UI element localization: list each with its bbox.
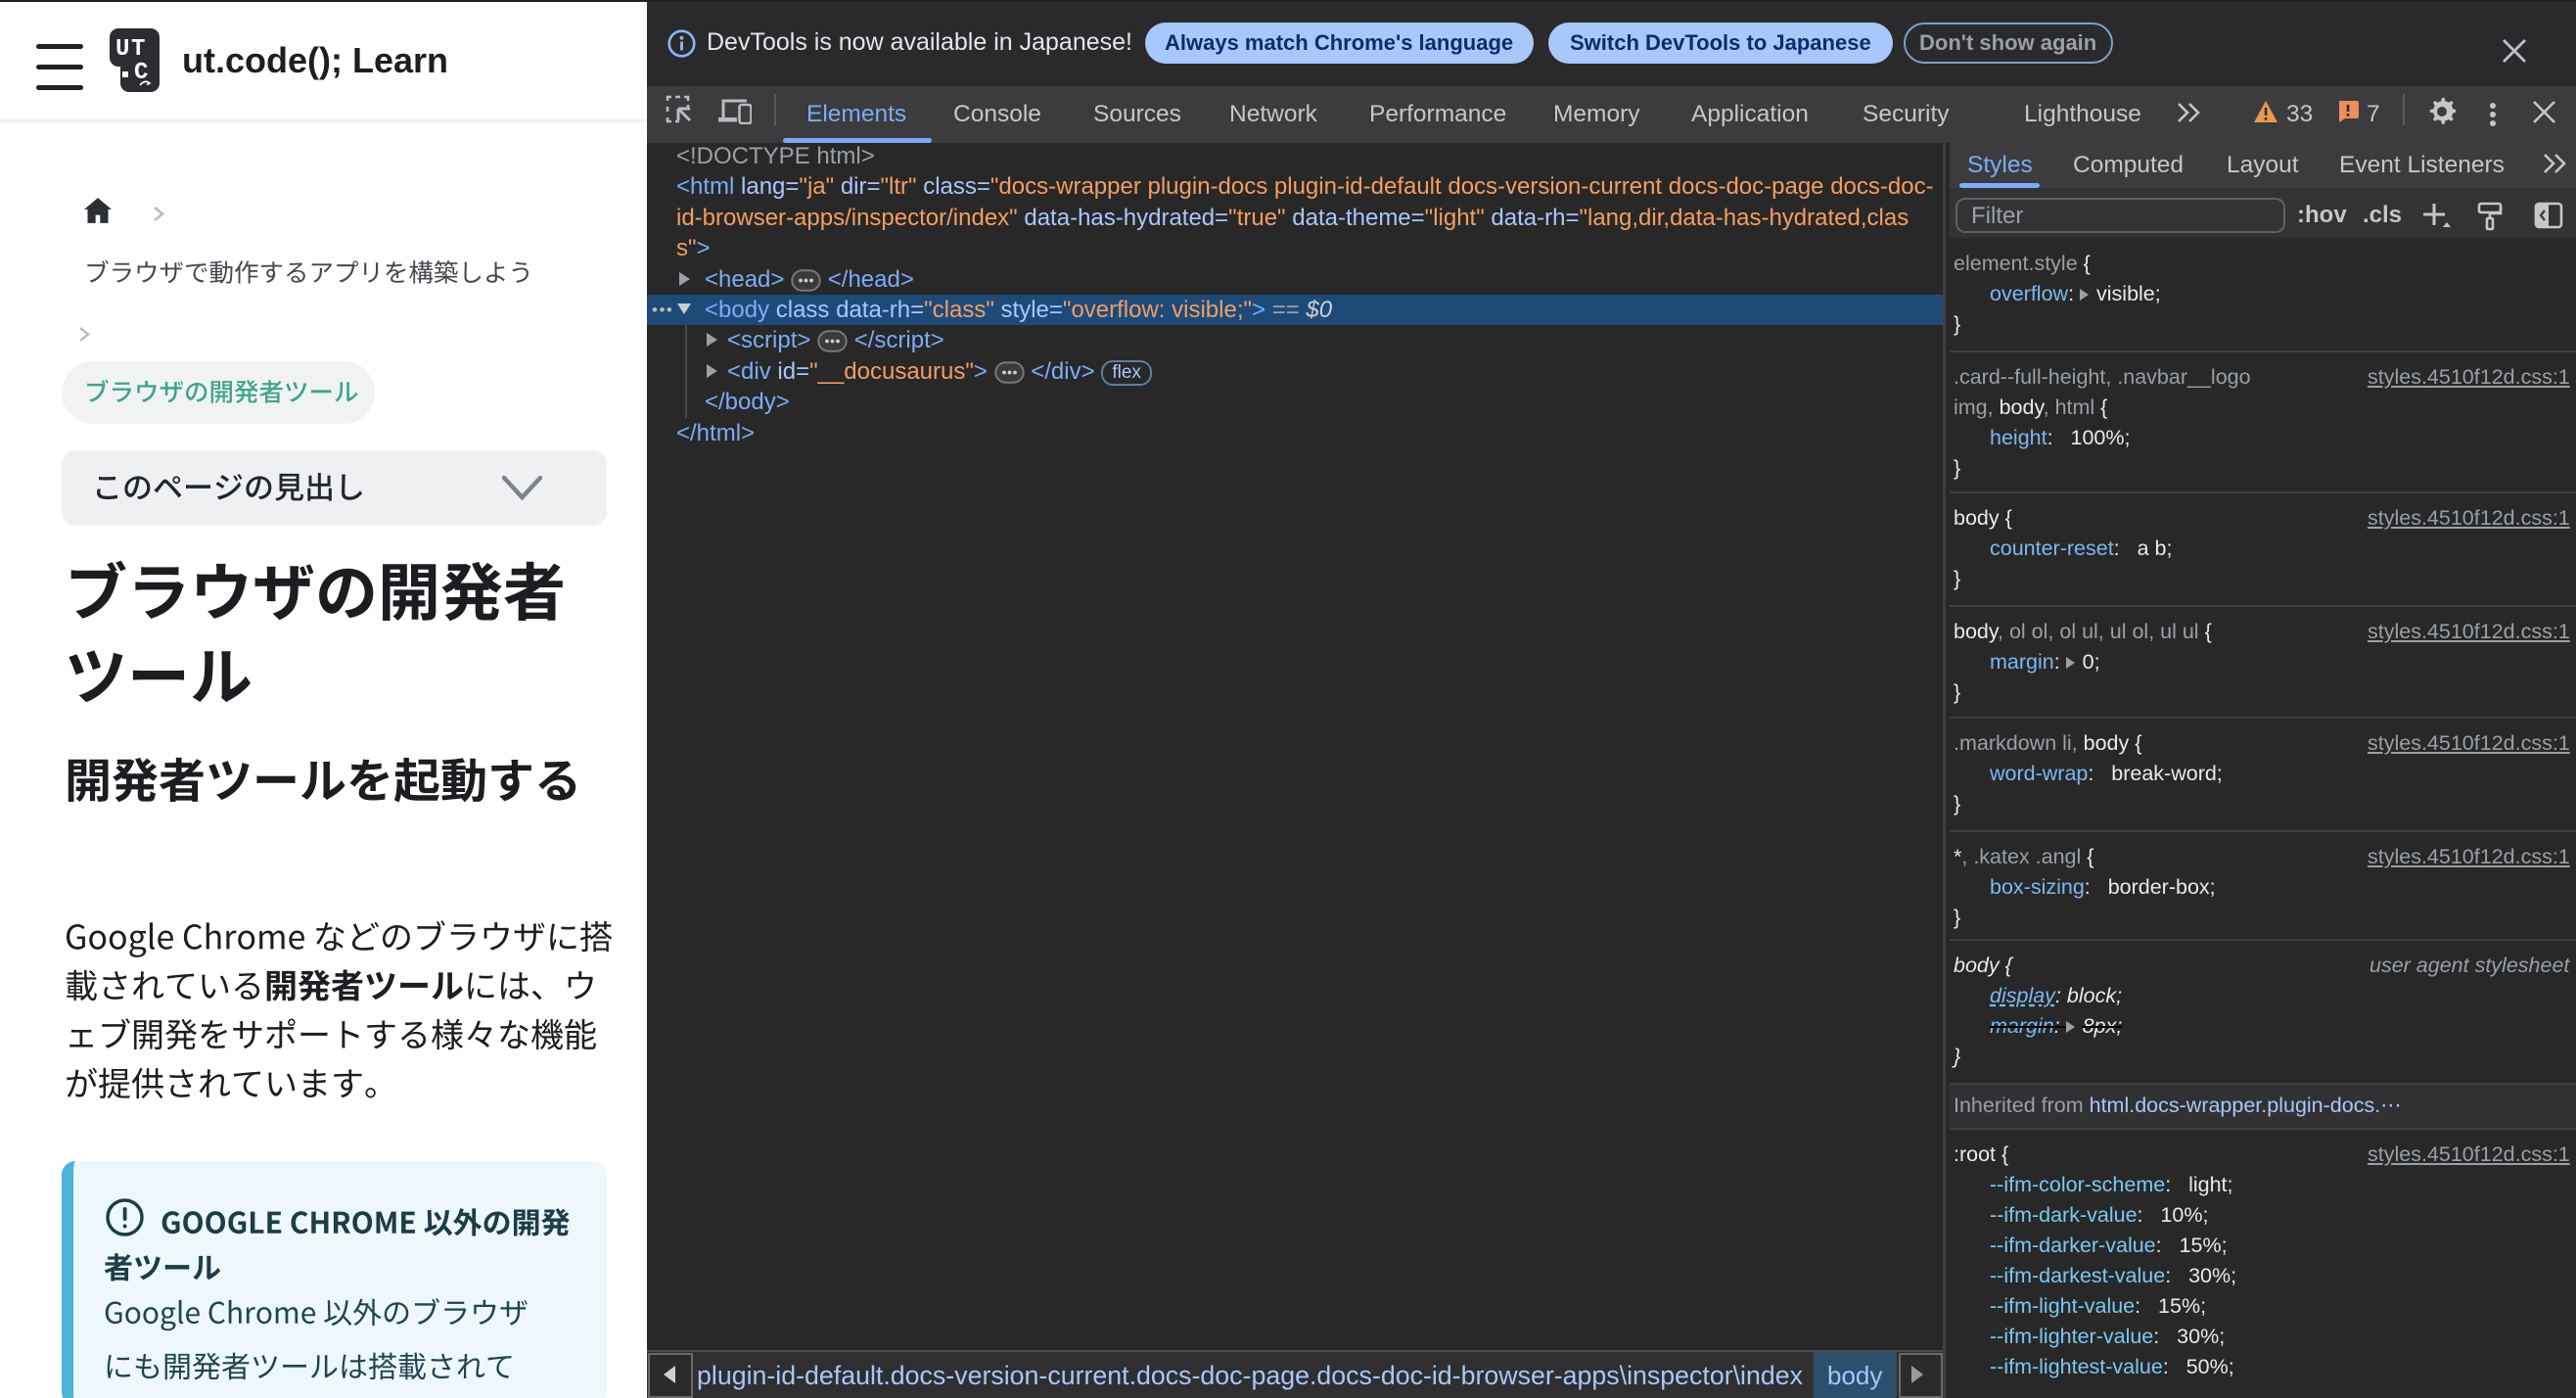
svg-text:T: T	[131, 36, 145, 63]
svg-text:U: U	[115, 36, 129, 63]
